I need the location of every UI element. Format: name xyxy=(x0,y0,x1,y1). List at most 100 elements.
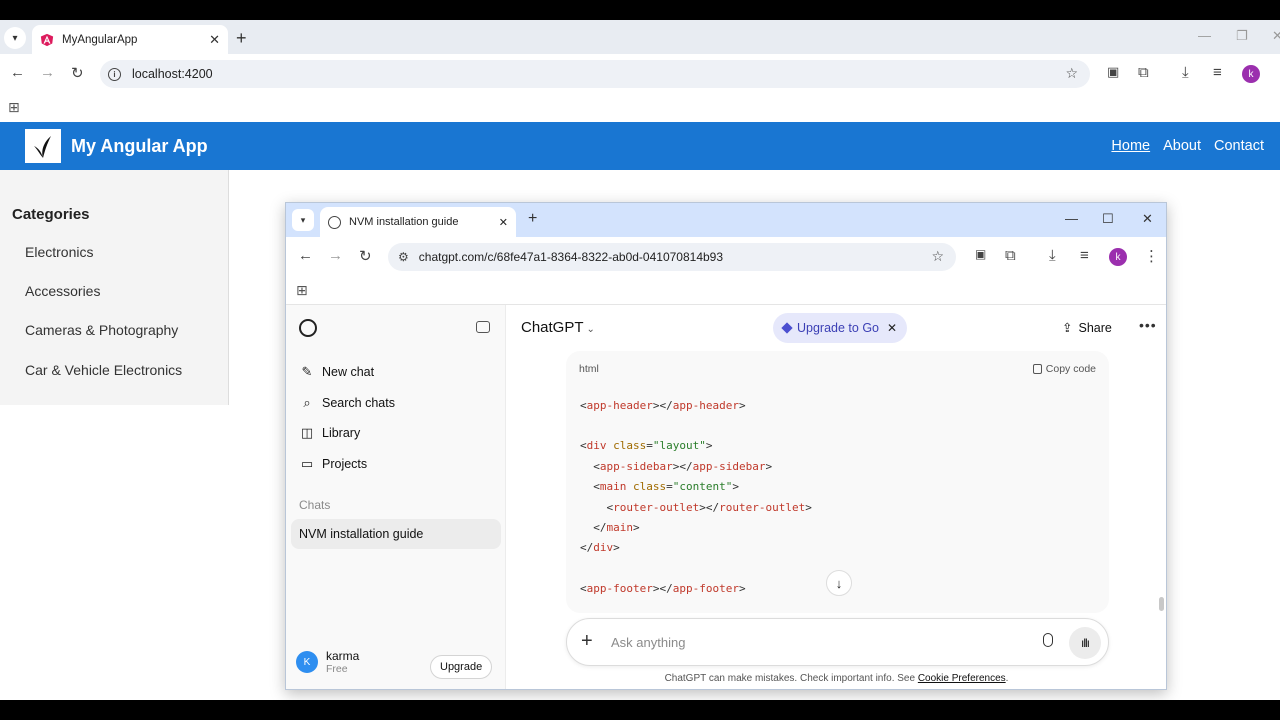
app-logo xyxy=(25,129,61,163)
code-line: <app-sidebar></app-sidebar> xyxy=(580,460,773,473)
nav-about-link[interactable]: About xyxy=(1163,138,1201,154)
apps-grid-icon[interactable]: ⊞ xyxy=(8,99,20,116)
library-icon: ◫ xyxy=(300,425,314,440)
minimize-icon[interactable]: — xyxy=(1198,28,1211,43)
menu-kebab-icon[interactable]: ⋮ xyxy=(1144,247,1159,265)
new-tab-button[interactable]: + xyxy=(236,28,247,49)
categories-title: Categories xyxy=(12,206,90,223)
bookmark-star-icon[interactable]: ☆ xyxy=(1065,65,1078,82)
add-attachment-icon[interactable]: + xyxy=(581,630,593,653)
screen-cast-icon[interactable]: ▣ xyxy=(975,247,986,261)
code-line: <router-outlet></router-outlet> xyxy=(580,501,812,514)
code-line: <app-footer></app-footer> xyxy=(580,582,746,595)
upgrade-button[interactable]: Upgrade xyxy=(430,655,493,679)
sidebar-item-label: Projects xyxy=(322,457,368,471)
sidebar-toggle-icon[interactable] xyxy=(476,321,490,333)
download-icon[interactable]: ⤓ xyxy=(1049,247,1056,264)
outer-tab-title: MyAngularApp xyxy=(62,33,138,46)
copy-code-button[interactable]: Copy code xyxy=(1032,363,1096,375)
openai-logo-icon[interactable] xyxy=(299,319,317,337)
diamond-icon xyxy=(781,322,793,334)
inner-bookmarks-bar: ⊞ xyxy=(286,277,1166,305)
back-icon[interactable]: ← xyxy=(298,247,313,264)
tab-search-button[interactable]: ▾ xyxy=(4,27,26,49)
minimize-icon[interactable]: — xyxy=(1065,211,1078,226)
search-icon: ⌕ xyxy=(303,395,311,410)
forward-icon[interactable]: → xyxy=(40,64,55,81)
disclaimer-text: ChatGPT can make mistakes. Check importa… xyxy=(664,673,916,684)
model-selector[interactable]: ChatGPT ⌄ xyxy=(521,319,595,336)
sidebar-item-search-chats[interactable]: ⌕ Search chats xyxy=(300,395,395,411)
inner-tab[interactable]: NVM installation guide ✕ xyxy=(320,207,516,237)
bookmark-star-icon[interactable]: ☆ xyxy=(931,248,944,265)
share-button[interactable]: ⇪ Share xyxy=(1062,320,1112,336)
category-item[interactable]: Cameras & Photography xyxy=(25,322,178,338)
voice-mode-icon[interactable]: ıllı xyxy=(1069,627,1101,659)
sidebar-item-library[interactable]: ◫ Library xyxy=(300,425,360,441)
user-name: karma xyxy=(326,649,360,663)
message-composer[interactable]: + Ask anything ıllı xyxy=(566,618,1109,666)
back-icon[interactable]: ← xyxy=(10,64,25,81)
more-options-icon[interactable]: ••• xyxy=(1139,317,1157,333)
chat-scrollbar[interactable] xyxy=(1159,353,1164,643)
site-info-icon[interactable]: i xyxy=(108,67,121,81)
sidebar-item-projects[interactable]: ▭ Projects xyxy=(300,456,367,472)
close-tab-icon[interactable]: ✕ xyxy=(499,216,508,229)
sidebar-item-label: Library xyxy=(322,426,361,440)
app-title: My Angular App xyxy=(71,136,208,156)
restore-icon[interactable]: ❐ xyxy=(1236,28,1248,44)
inner-url-text: chatgpt.com/c/68fe47a1-8364-8322-ab0d-04… xyxy=(418,250,724,264)
reload-icon[interactable]: ↻ xyxy=(359,247,372,265)
chatgpt-favicon-icon xyxy=(328,215,341,229)
maximize-icon[interactable]: ☐ xyxy=(1102,211,1114,227)
close-icon[interactable]: ✕ xyxy=(887,321,897,335)
outer-bookmarks-bar: ⊞ xyxy=(0,94,1280,122)
chatgpt-browser-window: ▾ NVM installation guide ✕ + — ☐ ✕ ← → ↻… xyxy=(285,202,1167,690)
chevron-down-icon: ⌄ xyxy=(586,324,595,335)
inner-address-bar[interactable]: ⚙ chatgpt.com/c/68fe47a1-8364-8322-ab0d-… xyxy=(388,243,956,271)
copy-code-label: Copy code xyxy=(1045,363,1096,375)
download-icon[interactable]: ⤓ xyxy=(1182,64,1189,81)
share-label: Share xyxy=(1078,320,1112,335)
inner-tab-search-button[interactable]: ▾ xyxy=(292,209,314,231)
outer-tab[interactable]: MyAngularApp ✕ xyxy=(32,25,228,54)
close-tab-icon[interactable]: ✕ xyxy=(209,32,220,48)
apps-grid-icon[interactable]: ⊞ xyxy=(296,282,308,299)
chats-section-label: Chats xyxy=(299,498,331,512)
chat-history-item[interactable]: NVM installation guide xyxy=(291,519,501,549)
site-settings-icon[interactable]: ⚙ xyxy=(398,250,409,264)
media-icon[interactable]: ≡ xyxy=(1080,247,1089,264)
window-close-icon[interactable]: ✕ xyxy=(1272,28,1280,44)
reload-icon[interactable]: ↻ xyxy=(71,64,84,82)
user-profile[interactable]: K karma Free xyxy=(296,649,359,675)
category-item[interactable]: Accessories xyxy=(25,283,100,299)
outer-address-bar[interactable]: i localhost:4200 ☆ xyxy=(100,60,1090,88)
composer-placeholder[interactable]: Ask anything xyxy=(611,635,685,650)
leaf-logo-icon xyxy=(34,136,51,158)
screen-cast-icon[interactable]: ▣ xyxy=(1107,64,1119,80)
extensions-icon[interactable]: ⧉ xyxy=(1138,64,1149,81)
nav-home-link[interactable]: Home xyxy=(1111,138,1150,154)
window-close-icon[interactable]: ✕ xyxy=(1142,211,1153,227)
scroll-down-button[interactable]: ↓ xyxy=(826,570,852,596)
user-plan: Free xyxy=(326,663,348,675)
category-item[interactable]: Car & Vehicle Electronics xyxy=(25,362,182,378)
cookie-preferences-link[interactable]: Cookie Preferences xyxy=(918,673,1006,684)
code-line: </main> xyxy=(580,521,640,534)
upgrade-pill[interactable]: Upgrade to Go ✕ xyxy=(773,313,908,343)
category-item[interactable]: Electronics xyxy=(25,244,93,260)
forward-icon[interactable]: → xyxy=(328,247,343,264)
nav-contact-link[interactable]: Contact xyxy=(1214,138,1264,154)
media-icon[interactable]: ≡ xyxy=(1213,64,1222,81)
model-name: ChatGPT xyxy=(521,319,584,336)
profile-avatar[interactable]: k xyxy=(1242,65,1260,83)
scrollbar-thumb[interactable] xyxy=(1159,597,1164,611)
code-line: <main class="content"> xyxy=(580,480,739,493)
new-tab-button[interactable]: + xyxy=(528,210,537,228)
upgrade-pill-label: Upgrade to Go xyxy=(797,321,879,335)
code-line: <app-header></app-header> xyxy=(580,399,746,412)
extensions-icon[interactable]: ⧉ xyxy=(1005,247,1016,264)
sidebar-item-new-chat[interactable]: ✎ New chat xyxy=(300,364,375,380)
microphone-icon[interactable] xyxy=(1043,633,1053,647)
profile-avatar[interactable]: k xyxy=(1109,248,1127,266)
